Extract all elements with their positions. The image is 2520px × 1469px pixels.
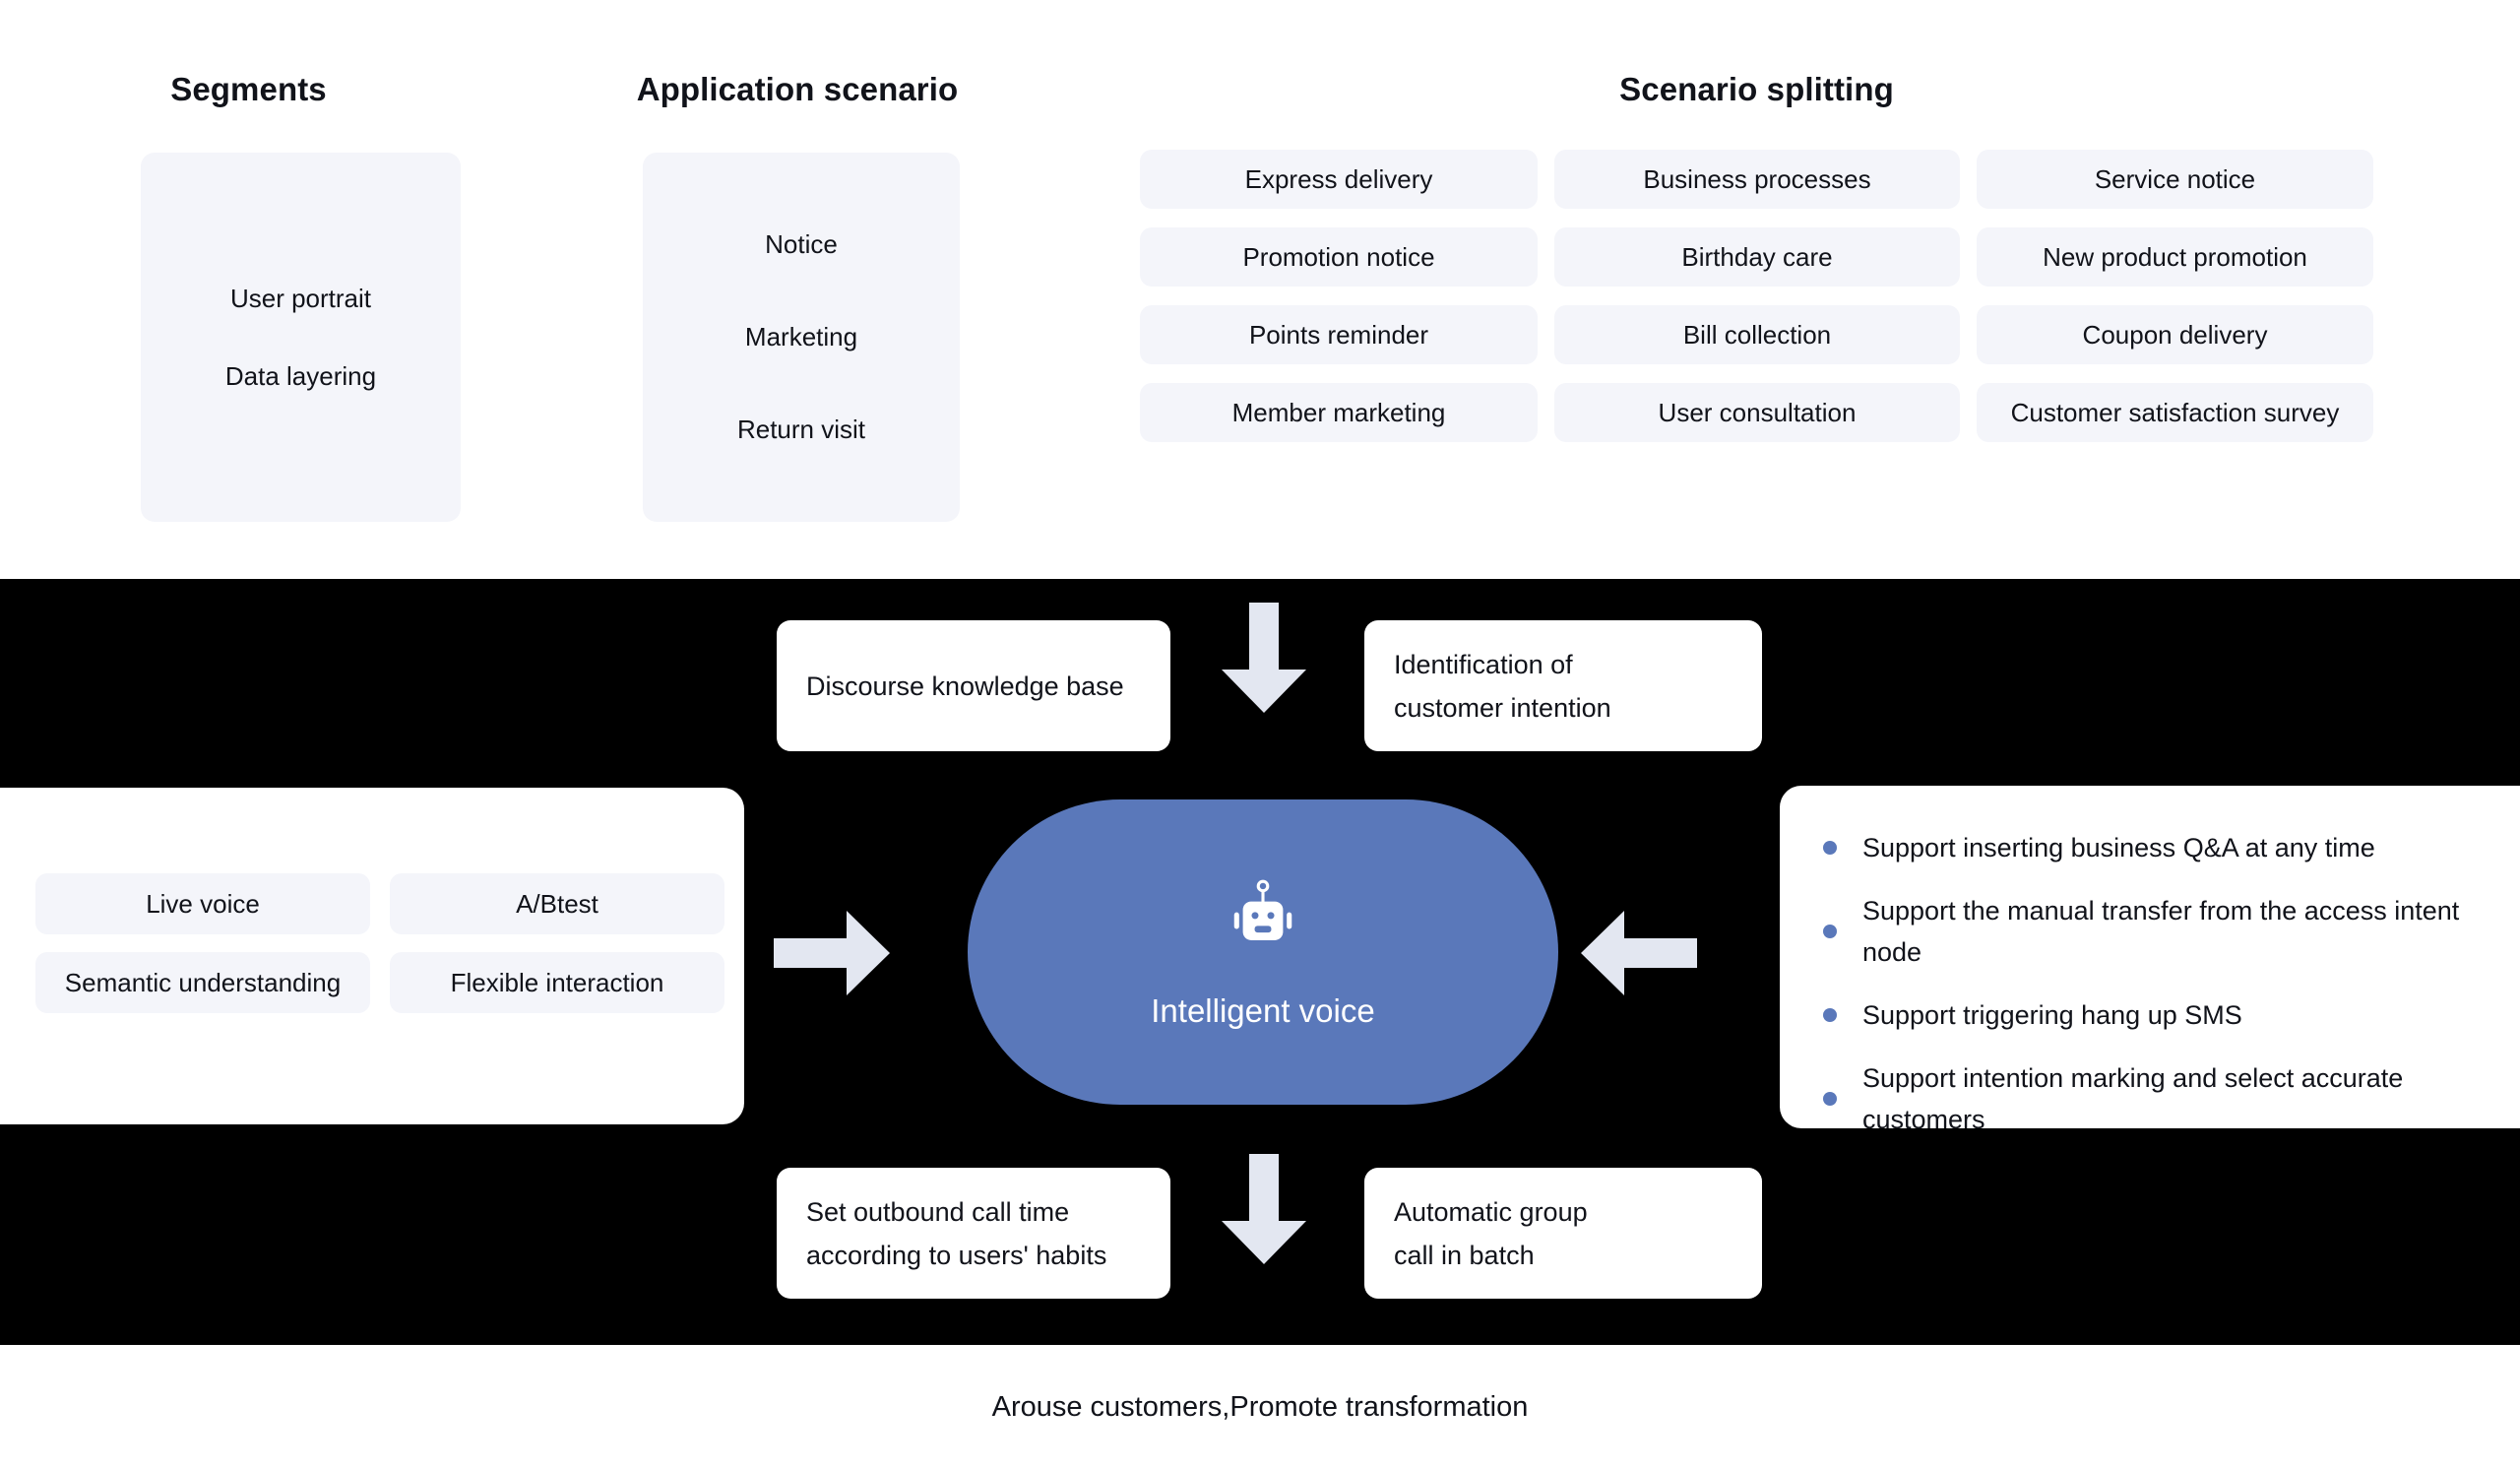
- bullet-dot-icon: [1823, 1092, 1837, 1106]
- scenario-chip[interactable]: Bill collection: [1554, 305, 1960, 364]
- scenario-chip[interactable]: User consultation: [1554, 383, 1960, 442]
- card-automatic-group-call-in-batch[interactable]: Automatic group call in batch: [1364, 1168, 1762, 1299]
- application-scenario-item-return-visit: Return visit: [736, 415, 866, 444]
- arrow-down-icon: [1222, 603, 1306, 713]
- scenario-chip[interactable]: Customer satisfaction survey: [1977, 383, 2373, 442]
- support-feature-text: Support intention marking and select acc…: [1862, 1063, 2404, 1134]
- scenario-splitting-grid: Express delivery Business processes Serv…: [1140, 150, 2373, 442]
- bullet-dot-icon: [1823, 925, 1837, 938]
- scenario-chip[interactable]: Business processes: [1554, 150, 1960, 209]
- scenario-chip[interactable]: Birthday care: [1554, 227, 1960, 287]
- bullet-dot-icon: [1823, 841, 1837, 855]
- segments-card: User portrait Data layering: [141, 153, 461, 522]
- scenario-chip[interactable]: Promotion notice: [1140, 227, 1538, 287]
- scenario-chip[interactable]: Coupon delivery: [1977, 305, 2373, 364]
- scenario-chip[interactable]: New product promotion: [1977, 227, 2373, 287]
- card-discourse-knowledge-base-text: Discourse knowledge base: [806, 671, 1124, 701]
- segments-column-title: Segments: [170, 71, 327, 107]
- scenario-chip[interactable]: Express delivery: [1140, 150, 1538, 209]
- diagram-canvas: Segments User portrait Data layering App…: [0, 0, 2520, 1469]
- capability-chip[interactable]: Flexible interaction: [390, 952, 724, 1013]
- card-identification-of-customer-intention[interactable]: Identification of customer intention: [1364, 620, 1762, 751]
- capability-chip[interactable]: A/Btest: [390, 873, 724, 934]
- card-discourse-knowledge-base[interactable]: Discourse knowledge base: [777, 620, 1170, 751]
- support-features-panel-right: Support inserting business Q&A at any ti…: [1780, 786, 2520, 1134]
- intelligent-voice-label: Intelligent voice: [1151, 992, 1375, 1029]
- intelligent-voice-node[interactable]: Intelligent voice: [968, 799, 1558, 1105]
- capability-chip[interactable]: Live voice: [35, 873, 370, 934]
- application-scenario-column-title: Application scenario: [636, 71, 959, 107]
- top-white-section: Segments User portrait Data layering App…: [0, 0, 2520, 579]
- scenario-chip[interactable]: Member marketing: [1140, 383, 1538, 442]
- list-item: Support inserting business Q&A at any ti…: [1823, 827, 2520, 868]
- segments-item-data-layering: Data layering: [224, 360, 377, 391]
- segments-item-user-portrait: User portrait: [229, 283, 372, 313]
- capabilities-panel-left: Live voice A/Btest Semantic understandin…: [0, 788, 744, 1124]
- bullet-dot-icon: [1823, 1008, 1837, 1022]
- arrow-left-icon: [1581, 911, 1697, 995]
- card-set-outbound-call-time[interactable]: Set outbound call time according to users…: [777, 1168, 1170, 1299]
- capabilities-chip-grid: Live voice A/Btest Semantic understandin…: [35, 873, 724, 1013]
- arrow-down-icon: [1222, 1154, 1306, 1264]
- robot-icon: [1233, 879, 1292, 940]
- application-scenario-item-notice: Notice: [765, 229, 838, 259]
- list-item: Support intention marking and select acc…: [1823, 1057, 2520, 1140]
- scenario-chip[interactable]: Points reminder: [1140, 305, 1538, 364]
- application-scenario-item-marketing: Marketing: [744, 322, 858, 351]
- support-feature-text: Support inserting business Q&A at any ti…: [1862, 833, 2375, 862]
- scenario-chip[interactable]: Service notice: [1977, 150, 2373, 209]
- card-identification-of-customer-intention-text: Identification of customer intention: [1394, 649, 1611, 723]
- arrow-right-icon: [774, 911, 890, 995]
- support-feature-text: Support triggering hang up SMS: [1862, 1000, 2242, 1030]
- application-scenario-card: Notice Marketing Return visit: [643, 153, 960, 522]
- support-features-list: Support inserting business Q&A at any ti…: [1823, 827, 2520, 1140]
- card-automatic-group-call-in-batch-text: Automatic group call in batch: [1394, 1196, 1588, 1270]
- list-item: Support the manual transfer from the acc…: [1823, 890, 2520, 973]
- list-item: Support triggering hang up SMS: [1823, 994, 2520, 1036]
- footer-outcome-text: Arouse customers,Promote transformation: [991, 1390, 1529, 1423]
- support-feature-text: Support the manual transfer from the acc…: [1862, 896, 2460, 967]
- scenario-splitting-title: Scenario splitting: [1619, 71, 1894, 107]
- bottom-white-section: Arouse customers,Promote transformation: [0, 1345, 2520, 1469]
- card-set-outbound-call-time-text: Set outbound call time according to users…: [806, 1196, 1107, 1270]
- capability-chip[interactable]: Semantic understanding: [35, 952, 370, 1013]
